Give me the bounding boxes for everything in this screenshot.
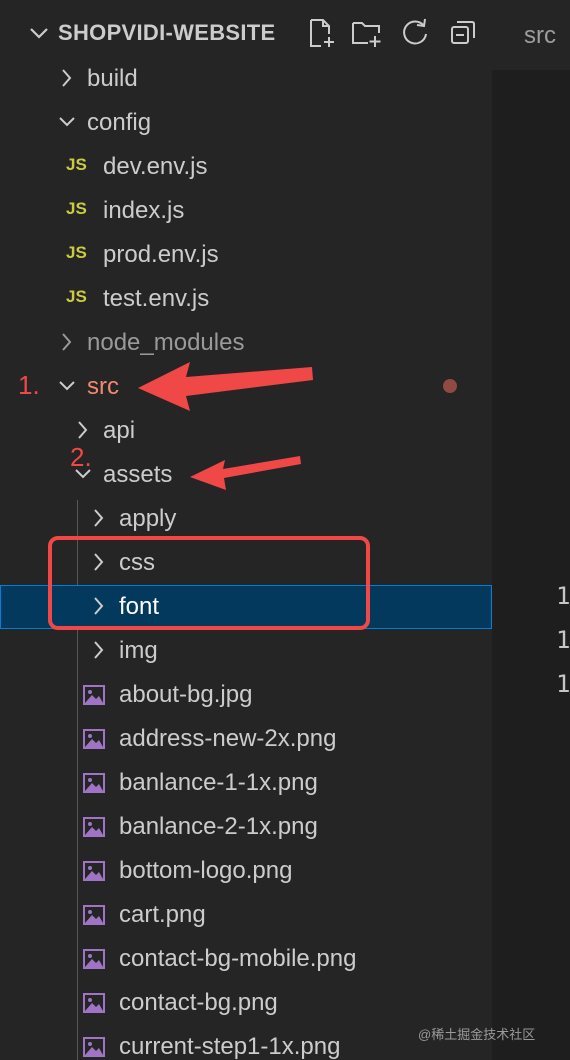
annotation-step-2: 2.	[70, 442, 92, 472]
arrow-to-assets	[190, 456, 301, 490]
watermark: @稀土掘金技术社区	[418, 1027, 536, 1042]
annotation-overlay	[48, 362, 370, 630]
highlight-box	[48, 536, 370, 630]
annotation-step-1: 1.	[18, 370, 40, 400]
arrow-to-src	[138, 362, 313, 411]
